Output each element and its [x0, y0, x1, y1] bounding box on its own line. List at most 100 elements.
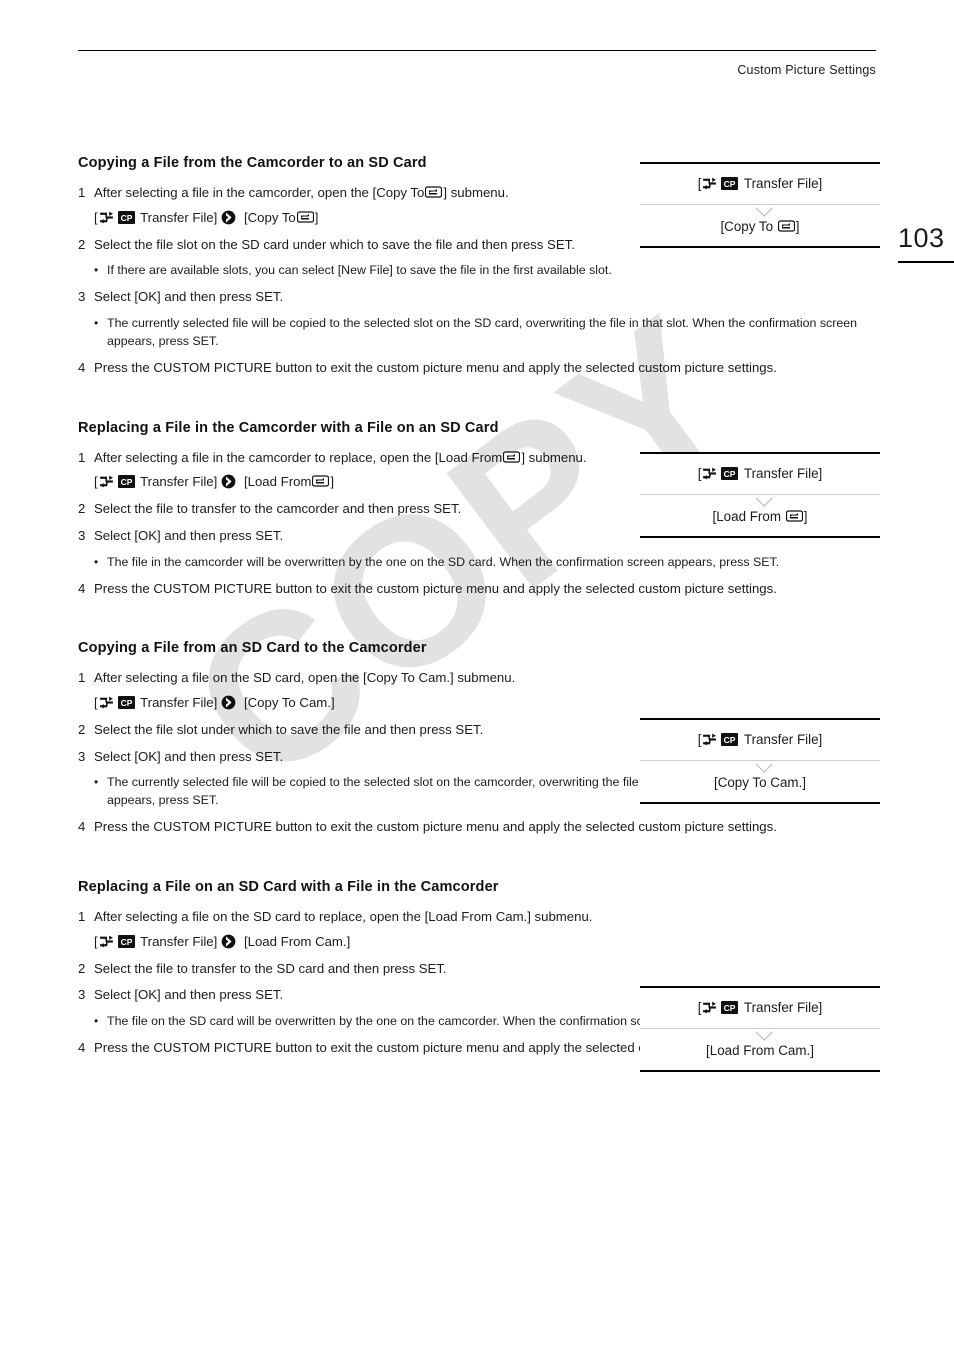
transfer-file-icon	[99, 935, 114, 948]
step-number: 1	[78, 909, 86, 925]
step-text-part: After selecting a file on the SD card to…	[94, 909, 593, 925]
running-header-title: Custom Picture Settings	[737, 63, 876, 77]
section-title: Replacing a File on an SD Card with a Fi…	[78, 879, 499, 896]
step-number: 2	[78, 236, 86, 252]
callout-menu-row: [CP Transfer File]	[640, 988, 880, 1028]
callout-submenu-label: [Load From	[712, 509, 781, 524]
bullet-text: The file in the camcorder will be overwr…	[107, 554, 780, 569]
menu-path: [CP Transfer File] [Copy To]	[94, 208, 634, 228]
callout-menu-row: [ CP Transfer File]	[640, 454, 880, 494]
submenu-arrow-icon	[221, 934, 236, 949]
svg-text:CP: CP	[724, 1003, 736, 1013]
step-number: 4	[78, 580, 86, 596]
step: 1 After selecting a file on the SD card,…	[78, 669, 878, 713]
menu-path: [CP Transfer File] [Load From]	[94, 472, 594, 492]
callout-connector	[640, 204, 880, 205]
section-title: Copying a File from an SD Card to the Ca…	[78, 640, 427, 657]
menu-callout-copy-to-sd: [CP Transfer File] [Copy To ]	[640, 162, 880, 248]
svg-text:CP: CP	[724, 179, 736, 189]
svg-text:CP: CP	[120, 477, 132, 487]
callout-menu-label: Transfer File]	[743, 176, 823, 191]
step-text-part: After selecting a file in the camcorder …	[94, 449, 503, 465]
bullet-marker: •	[94, 315, 99, 330]
sd-card-icon	[425, 186, 443, 198]
main-content: Copying a File from the Camcorder to an …	[78, 155, 878, 1100]
step-number: 4	[78, 359, 86, 375]
menu-callout-load-from-cam: [CP Transfer File] [Load From Cam.]	[640, 986, 880, 1072]
bullet-item: • The currently selected file will be co…	[94, 315, 878, 351]
callout-submenu-label: [Copy To	[720, 219, 774, 234]
step: 4 Press the CUSTOM PICTURE button to exi…	[78, 818, 878, 837]
submenu-arrow-icon	[221, 695, 236, 710]
menu-callout-load-from-sd: [ CP Transfer File] [Load From ]	[640, 452, 880, 538]
menu-target: [Copy To Cam.]	[243, 695, 335, 711]
menu-target-close: ]	[330, 474, 335, 490]
menu-label: Transfer File]	[140, 209, 218, 225]
step-text: Select the file slot on the SD card unde…	[94, 236, 575, 252]
submenu-arrow-icon	[221, 474, 236, 489]
step-text: Press the CUSTOM PICTURE button to exit …	[94, 359, 777, 375]
page-folio: 103	[898, 225, 954, 263]
transfer-file-icon	[702, 177, 717, 190]
svg-text:CP: CP	[724, 469, 736, 479]
step-text-part: After selecting a file on the SD card, o…	[94, 670, 516, 686]
page-number: 103	[898, 223, 945, 253]
menu-path: [CP Transfer File] [Load From Cam.]	[94, 932, 594, 952]
bracket: [	[94, 695, 98, 711]
step-number: 2	[78, 721, 86, 737]
menu-label: Transfer File]	[140, 695, 218, 711]
folio-divider	[898, 261, 954, 263]
transfer-file-icon	[99, 211, 114, 224]
transfer-file-icon	[702, 733, 717, 746]
bracket: [	[697, 1000, 702, 1015]
menu-target: [Load From Cam.]	[243, 933, 351, 949]
step-text: Press the CUSTOM PICTURE button to exit …	[94, 819, 777, 835]
step-number: 1	[78, 670, 86, 686]
bullet-item: • The file in the camcorder will be over…	[94, 554, 878, 572]
custom-picture-icon: CP	[117, 696, 135, 710]
document-page: COPY Custom Picture Settings 103 Copying…	[0, 0, 954, 1348]
custom-picture-icon: CP	[117, 475, 135, 489]
step-text: Select the file to transfer to the SD ca…	[94, 960, 447, 976]
menu-target: [Copy To	[243, 209, 296, 225]
step: 4 Press the CUSTOM PICTURE button to exi…	[78, 580, 878, 599]
step-number: 4	[78, 819, 86, 835]
custom-picture-icon: CP	[721, 733, 739, 746]
custom-picture-icon: CP	[721, 177, 739, 190]
step-text: After selecting a file in the camcorder …	[94, 449, 594, 493]
step-text: Select [OK] and then press SET.	[94, 289, 284, 305]
step-text: After selecting a file on the SD card to…	[94, 908, 594, 952]
svg-text:CP: CP	[120, 937, 132, 947]
step: 2 Select the file to transfer to the SD …	[78, 960, 878, 979]
callout-connector	[640, 1028, 880, 1029]
bracket: [	[697, 466, 702, 481]
menu-callout-copy-to-cam: [CP Transfer File] [Copy To Cam.]	[640, 718, 880, 804]
step-text: After selecting a file on the SD card, o…	[94, 669, 594, 713]
menu-label: Transfer File]	[140, 474, 218, 490]
step-number: 1	[78, 449, 86, 465]
sd-card-icon	[312, 475, 330, 488]
sd-card-icon	[785, 510, 803, 522]
step-number: 3	[78, 748, 86, 764]
step-number: 4	[78, 1040, 86, 1056]
step: 4 Press the CUSTOM PICTURE button to exi…	[78, 359, 878, 378]
bracket: [	[94, 209, 98, 225]
step-text-part: ] submenu.	[521, 449, 587, 465]
callout-submenu-close: ]	[803, 509, 808, 524]
step: 1 After selecting a file on the SD card …	[78, 908, 878, 952]
section-title: Replacing a File in the Camcorder with a…	[78, 419, 499, 436]
menu-target: [Load From	[243, 474, 312, 490]
step-text-part: After selecting a file in the camcorder,…	[94, 185, 425, 200]
callout-menu-label: Transfer File]	[743, 466, 823, 481]
svg-text:CP: CP	[120, 698, 132, 708]
callout-bottom-rule	[640, 536, 880, 538]
step-number: 3	[78, 987, 86, 1003]
callout-connector	[640, 760, 880, 761]
step-number: 2	[78, 501, 86, 517]
transfer-file-icon	[99, 696, 114, 709]
menu-label: Transfer File]	[140, 933, 218, 949]
bullet-marker: •	[94, 263, 99, 278]
callout-bottom-rule	[640, 1070, 880, 1072]
transfer-file-icon	[702, 1001, 717, 1014]
bullet-text: The currently selected file will be copi…	[107, 315, 858, 348]
